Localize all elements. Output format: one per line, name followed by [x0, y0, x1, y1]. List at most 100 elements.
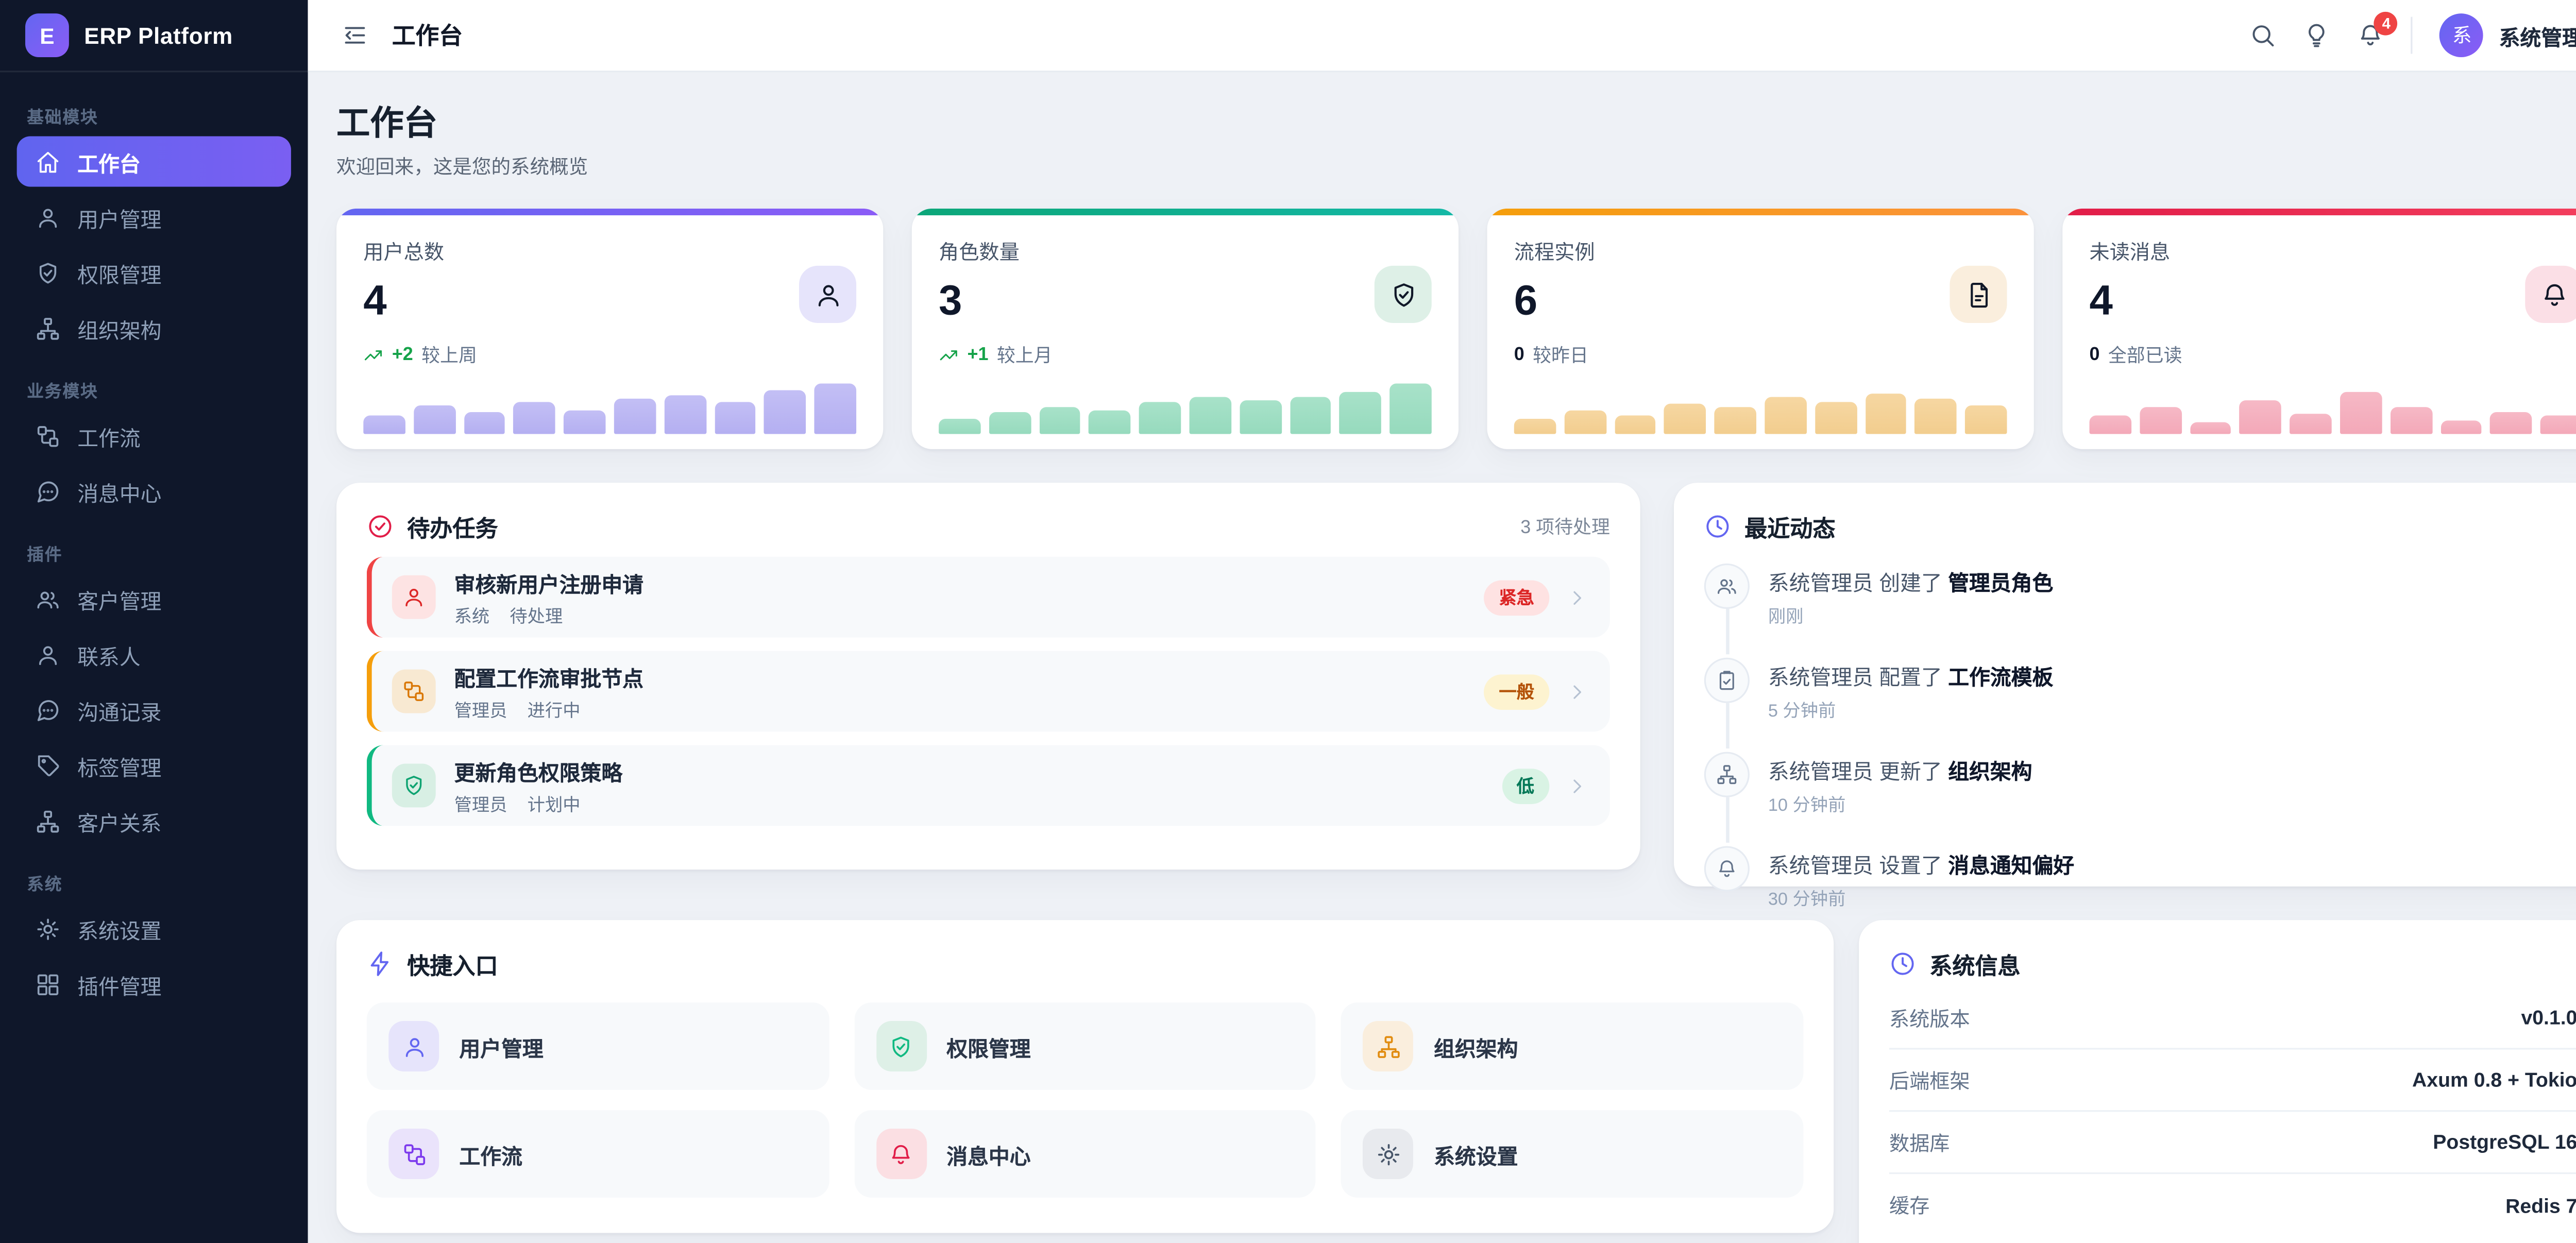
sidebar-item-user-management[interactable]: 用户管理 — [17, 192, 291, 242]
sidebar-item-label: 客户管理 — [77, 589, 162, 614]
quick-link-message-center[interactable]: 消息中心 — [854, 1110, 1316, 1198]
sidebar-item-system-settings[interactable]: 系统设置 — [17, 903, 291, 953]
sidebar-item-plugin-management[interactable]: 插件管理 — [17, 959, 291, 1009]
bottom-row: 快捷入口 用户管理 权限管理 组织架构 工作流 消息中心 系统设置 系统信息 系… — [336, 920, 2576, 1243]
stat-cards: 用户总数 4 +2 较上周 角色数量 3 +1 较上月 流程实例 6 0 较昨日… — [336, 208, 2576, 449]
sidebar-item-label: 沟通记录 — [77, 701, 162, 724]
app-logo: E — [25, 13, 69, 58]
activity-item: 系统管理员 更新了 组织架构 10 分钟前 — [1704, 752, 2576, 846]
user-name: 系统管理员 — [2499, 26, 2576, 50]
message-icon — [36, 697, 61, 722]
sidebar-item-label: 组织架构 — [77, 318, 162, 343]
chart-bar — [2089, 415, 2131, 434]
task-status: 待处理 — [510, 606, 563, 627]
sidebar-item-tag-management[interactable]: 标签管理 — [17, 740, 291, 791]
chart-bar — [1865, 394, 1907, 434]
todo-count: 3 项待处理 — [1520, 518, 1610, 538]
stat-card-total-users: 用户总数 4 +2 较上周 — [336, 208, 884, 449]
sidebar-collapse-icon[interactable] — [342, 22, 368, 48]
mini-bar-chart — [363, 383, 856, 434]
sidebar-item-label: 工作台 — [77, 152, 141, 176]
stat-label: 流程实例 — [1514, 240, 1595, 264]
sidebar-item-workflow[interactable]: 工作流 — [17, 411, 291, 461]
sidebar-item-label: 系统设置 — [77, 919, 162, 943]
task-row[interactable]: 配置工作流审批节点 管理员 进行中 一般 — [366, 651, 1610, 732]
chart-bar — [1239, 400, 1281, 434]
trend-value: +1 — [967, 345, 989, 365]
sidebar-item-contacts[interactable]: 联系人 — [17, 629, 291, 679]
sidebar-item-label: 用户管理 — [77, 208, 162, 231]
task-status: 进行中 — [527, 701, 581, 721]
chart-bar — [1139, 402, 1181, 434]
sysinfo-label: 系统版本 — [1889, 1007, 1970, 1031]
chart-bar — [564, 410, 606, 434]
users-icon — [36, 586, 61, 611]
trend-text: 较上月 — [996, 346, 1053, 367]
quick-link-workflow[interactable]: 工作流 — [366, 1110, 829, 1198]
sidebar-item-customer-management[interactable]: 客户管理 — [17, 573, 291, 624]
task-row[interactable]: 审核新用户注册申请 系统 待处理 紧急 — [366, 556, 1610, 638]
priority-badge: 紧急 — [1484, 579, 1550, 615]
divider — [2411, 16, 2414, 54]
chevron-right-icon — [1566, 775, 1588, 796]
activity-text: 系统管理员 设置了 消息通知偏好 — [1768, 854, 2075, 878]
shield-check-icon — [1374, 265, 1432, 323]
chevron-right-icon — [1566, 586, 1588, 608]
topbar-actions: 4 系 系统管理员 — [2250, 11, 2576, 58]
chevron-right-icon — [1566, 680, 1588, 702]
sidebar-item-communication-log[interactable]: 沟通记录 — [17, 685, 291, 735]
activity-text: 系统管理员 创建了 管理员角色 — [1768, 572, 2054, 595]
stat-value: 4 — [363, 277, 387, 325]
nav-section-label-base: 基础模块 — [27, 109, 98, 128]
sysinfo-row-cache: 缓存 Redis 7 — [1889, 1174, 2576, 1236]
clipboard-check-icon — [1704, 657, 1750, 703]
sidebar-item-permission-management[interactable]: 权限管理 — [17, 247, 291, 298]
quick-link-label: 用户管理 — [459, 1037, 544, 1061]
sidebar-item-label: 权限管理 — [77, 263, 162, 287]
chart-bar — [2490, 411, 2532, 434]
home-icon — [36, 149, 61, 174]
chart-bar — [764, 389, 806, 434]
hierarchy-icon — [36, 315, 61, 340]
lightbulb-icon[interactable] — [2304, 22, 2331, 48]
task-status: 计划中 — [527, 794, 581, 815]
user-menu[interactable]: 系 系统管理员 — [2440, 13, 2576, 58]
quick-link-system-settings[interactable]: 系统设置 — [1341, 1110, 1804, 1198]
chart-bar — [1714, 406, 1756, 434]
notifications-button[interactable]: 4 — [2358, 11, 2398, 48]
activity-list: 系统管理员 创建了 管理员角色 刚刚 系统管理员 配置了 工作流模板 5 分钟前… — [1704, 563, 2576, 940]
sidebar-item-org-structure[interactable]: 组织架构 — [17, 303, 291, 353]
task-title: 更新角色权限策略 — [454, 761, 623, 785]
sidebar-item-workbench[interactable]: 工作台 — [16, 136, 291, 187]
task-title: 配置工作流审批节点 — [454, 667, 644, 691]
stat-value: 6 — [1514, 277, 1538, 325]
quick-link-user-management[interactable]: 用户管理 — [366, 1002, 829, 1090]
trend-up-icon — [939, 345, 959, 365]
task-subtitle: 系统 待处理 — [454, 603, 643, 628]
user-icon — [392, 575, 436, 619]
trend-value: 0 — [1514, 345, 1524, 365]
stat-value: 4 — [2089, 277, 2113, 325]
task-row[interactable]: 更新角色权限策略 管理员 计划中 低 — [366, 745, 1610, 826]
system-info-header: 系统信息 — [1889, 947, 2576, 980]
mini-bar-chart — [1514, 383, 2007, 434]
chart-bar — [1765, 397, 1807, 434]
workflow-icon — [388, 1129, 439, 1179]
card-accent — [911, 208, 1459, 215]
chart-bar — [2139, 406, 2181, 434]
notification-badge: 4 — [2374, 11, 2398, 36]
quick-link-permission-management[interactable]: 权限管理 — [854, 1002, 1316, 1090]
chart-bar — [2190, 422, 2232, 434]
circle-check-icon — [367, 513, 394, 540]
gear-icon — [36, 916, 61, 941]
activity-text: 系统管理员 更新了 组织架构 — [1768, 760, 2032, 784]
card-accent — [336, 208, 884, 215]
chart-bar — [1039, 407, 1081, 434]
quick-link-org-structure[interactable]: 组织架构 — [1341, 1002, 1804, 1090]
page-title: 工作台 — [336, 106, 437, 143]
trend-up-icon — [363, 345, 383, 365]
sidebar-item-customer-relations[interactable]: 客户关系 — [17, 795, 291, 846]
tag-icon — [36, 753, 61, 778]
sidebar-item-message-center[interactable]: 消息中心 — [17, 466, 291, 516]
search-icon[interactable] — [2250, 22, 2277, 48]
